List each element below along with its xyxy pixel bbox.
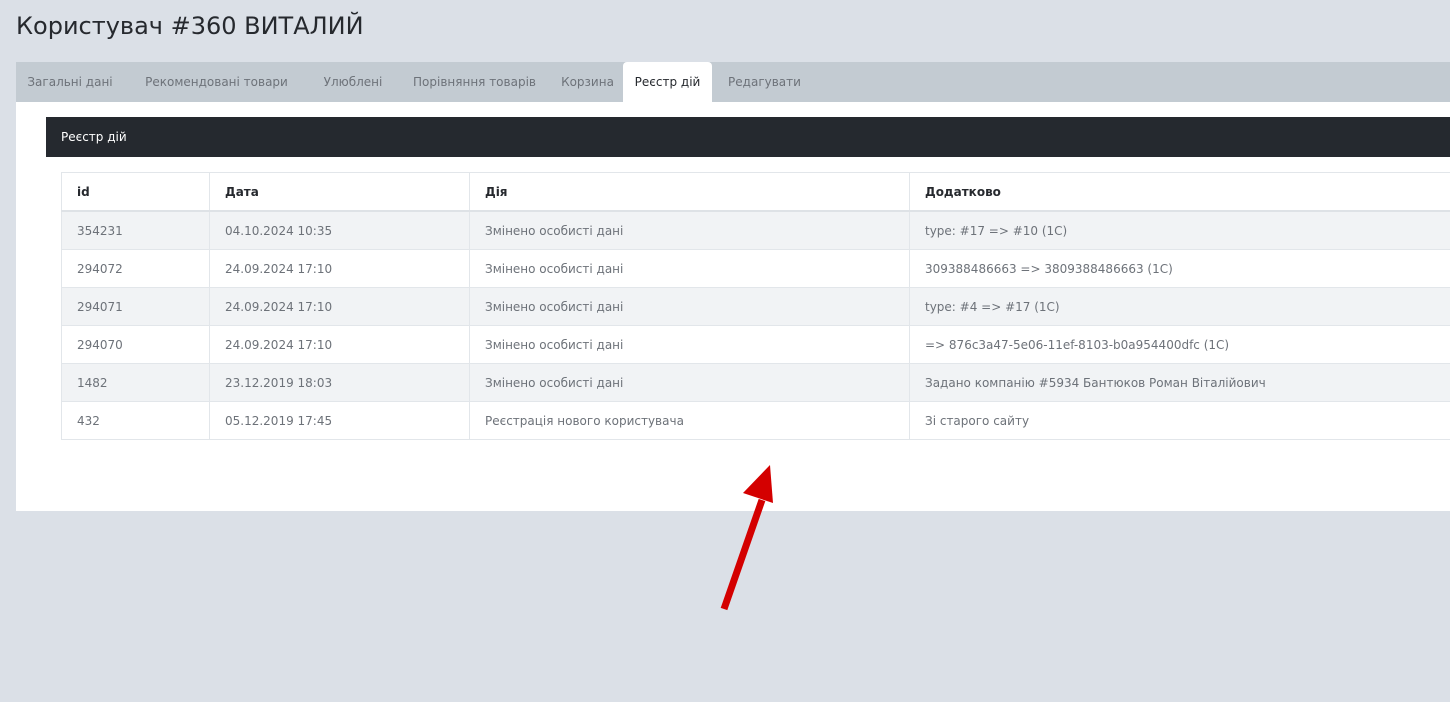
cell-action: Змінено особисті дані [469,210,910,250]
cell-id: 432 [61,401,210,440]
cell-id: 294072 [61,249,210,288]
column-header-date: Дата [209,172,470,212]
cell-extra: type: #17 => #10 (1С) [909,210,1450,250]
section-header: Реєстр дій [46,117,1450,157]
cell-extra: 309388486663 => 3809388486663 (1С) [909,249,1450,288]
cell-action: Змінено особисті дані [469,325,910,364]
cell-action: Змінено особисті дані [469,287,910,326]
table-row: 1482 23.12.2019 18:03 Змінено особисті д… [61,363,1450,402]
column-header-extra: Додатково [909,172,1450,212]
table-row: 354231 04.10.2024 10:35 Змінено особисті… [61,210,1450,250]
cell-id: 354231 [61,210,210,250]
cell-extra: Задано компанію #5934 Бантюков Роман Віт… [909,363,1450,402]
tab-edit[interactable]: Редагувати [712,62,817,102]
cell-date: 24.09.2024 17:10 [209,287,470,326]
table-row: 432 05.12.2019 17:45 Реєстрація нового к… [61,401,1450,440]
cell-action: Змінено особисті дані [469,249,910,288]
annotation-arrow-icon [720,465,773,611]
tab-cart[interactable]: Корзина [552,62,623,102]
table-header-row: id Дата Дія Додатково [61,172,1450,212]
tab-general[interactable]: Загальні дані [16,62,124,102]
cell-id: 1482 [61,363,210,402]
cell-extra: Зі старого сайту [909,401,1450,440]
tab-favorites[interactable]: Улюблені [309,62,397,102]
cell-date: 24.09.2024 17:10 [209,325,470,364]
tab-activity-log[interactable]: Реєстр дій [623,62,712,102]
tab-bar: Загальні дані Рекомендовані товари Улюбл… [16,62,1450,102]
cell-date: 04.10.2024 10:35 [209,210,470,250]
table-row: 294071 24.09.2024 17:10 Змінено особисті… [61,287,1450,326]
cell-date: 23.12.2019 18:03 [209,363,470,402]
tab-recommended[interactable]: Рекомендовані товари [124,62,309,102]
column-header-id: id [61,172,210,212]
tab-compare[interactable]: Порівняння товарів [397,62,552,102]
cell-extra: => 876c3a47-5e06-11ef-8103-b0a954400dfc … [909,325,1450,364]
user-panel: Загальні дані Рекомендовані товари Улюбл… [16,62,1450,511]
column-header-action: Дія [469,172,910,212]
cell-action: Реєстрація нового користувача [469,401,910,440]
table-row: 294072 24.09.2024 17:10 Змінено особисті… [61,249,1450,288]
cell-id: 294070 [61,325,210,364]
cell-extra: type: #4 => #17 (1С) [909,287,1450,326]
cell-id: 294071 [61,287,210,326]
section-title: Реєстр дій [61,130,127,144]
cell-date: 05.12.2019 17:45 [209,401,470,440]
cell-date: 24.09.2024 17:10 [209,249,470,288]
activity-log-table: id Дата Дія Додатково 354231 04.10.2024 … [61,172,1450,440]
cell-action: Змінено особисті дані [469,363,910,402]
table-row: 294070 24.09.2024 17:10 Змінено особисті… [61,325,1450,364]
page-title: Користувач #360 ВИТАЛИЙ [16,12,364,40]
